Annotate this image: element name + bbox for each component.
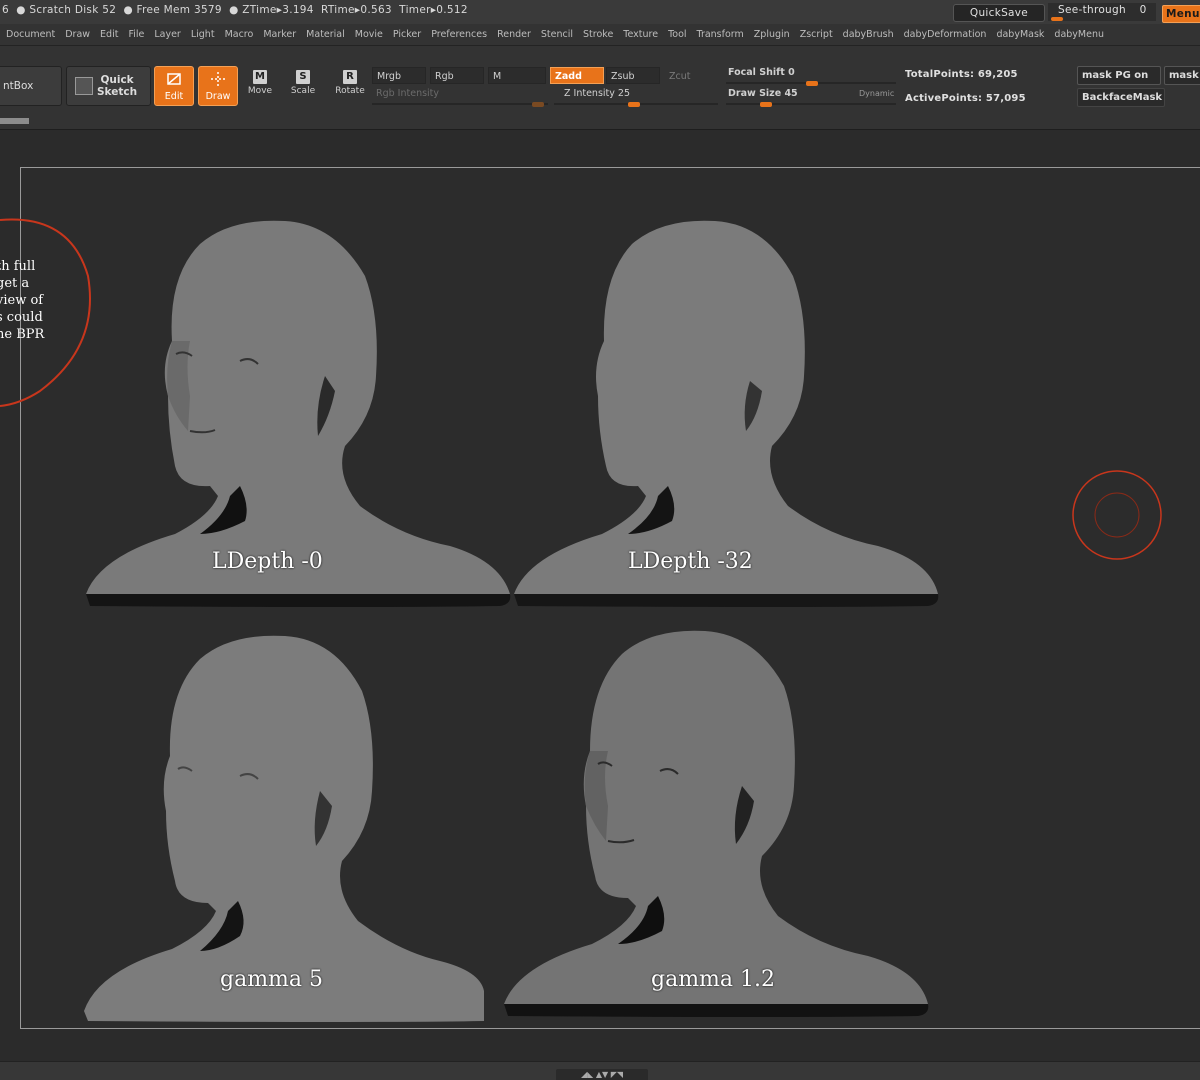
edit-mode-button[interactable]: Edit (154, 66, 194, 106)
see-through-knob[interactable] (1051, 17, 1063, 21)
z-intensity-slider[interactable]: Z Intensity 25 (554, 87, 718, 107)
menu-light[interactable]: Light (191, 29, 215, 40)
total-points-readout: TotalPoints: 69,205 (905, 69, 1018, 80)
quick-sketch-label: Quick Sketch (97, 74, 138, 98)
rgb-intensity-label: Rgb Intensity (376, 88, 440, 99)
menu-transform[interactable]: Transform (697, 29, 744, 40)
mrgb-button[interactable]: Mrgb (372, 67, 426, 84)
draw-crosshair-icon (199, 71, 237, 91)
menu-stroke[interactable]: Stroke (583, 29, 613, 40)
menu-zscript[interactable]: Zscript (800, 29, 833, 40)
menu-movie[interactable]: Movie (355, 29, 383, 40)
see-through-label: See-through (1058, 4, 1126, 16)
dynamic-toggle[interactable]: Dynamic (859, 89, 894, 98)
move-icon: M (253, 70, 267, 84)
annotation-line: he BPR (0, 327, 45, 342)
focal-shift-label: Focal Shift 0 (728, 67, 795, 78)
render-label-gamma-5: gamma 5 (220, 967, 324, 992)
z-intensity-label: Z Intensity 25 (564, 88, 630, 99)
menu-picker[interactable]: Picker (393, 29, 421, 40)
menu-dabymenu[interactable]: dabyMenu (1054, 29, 1104, 40)
backface-mask-button[interactable]: BackfaceMask (1077, 88, 1165, 107)
draw-label: Draw (205, 91, 231, 102)
bust-render-gamma-1-2 (504, 630, 929, 1017)
menu-stencil[interactable]: Stencil (541, 29, 573, 40)
annotation-line: s could (0, 310, 43, 325)
top-shelf-toolbar: ntBox Quick Sketch Edit Draw M Move S Sc… (0, 46, 1200, 130)
focal-shift-slider[interactable]: Focal Shift 0 (726, 66, 896, 86)
lightbox-label: ntBox (3, 80, 34, 92)
menu-edit[interactable]: Edit (100, 29, 118, 40)
menu-layer[interactable]: Layer (154, 29, 181, 40)
menu-texture[interactable]: Texture (623, 29, 658, 40)
menu-dabymask[interactable]: dabyMask (996, 29, 1044, 40)
menus-toggle-button[interactable]: Menus (1162, 5, 1200, 23)
draw-size-label: Draw Size 45 (728, 88, 798, 99)
menu-material[interactable]: Material (306, 29, 345, 40)
quick-sketch-button[interactable]: Quick Sketch (66, 66, 151, 106)
render-label-ldepth-32: LDepth -32 (628, 549, 753, 574)
menu-marker[interactable]: Marker (263, 29, 296, 40)
draw-size-track (726, 103, 896, 105)
menu-dabybrush[interactable]: dabyBrush (843, 29, 894, 40)
quick-sketch-icon (75, 77, 93, 95)
move-label: Move (247, 86, 273, 96)
menu-zplugin[interactable]: Zplugin (754, 29, 790, 40)
move-button[interactable]: M Move (240, 70, 280, 106)
menu-file[interactable]: File (128, 29, 144, 40)
annotation-line: th full (0, 259, 36, 274)
menu-bar: Document Draw Edit File Layer Light Macr… (0, 24, 1200, 46)
draw-size-knob[interactable] (760, 102, 772, 107)
brush-cursor-icon (1072, 470, 1162, 560)
canvas-area[interactable]: th full get a view of s could he BPR LDe… (0, 131, 1200, 1061)
status-bar: 6 ● Scratch Disk 52 ● Free Mem 3579 ● ZT… (0, 0, 1200, 24)
draw-size-slider[interactable]: Draw Size 45 Dynamic (726, 87, 896, 107)
scale-icon: S (296, 70, 310, 84)
menu-document[interactable]: Document (6, 29, 55, 40)
shelf-scroll-indicator[interactable] (0, 118, 29, 124)
zsub-button[interactable]: Zsub (606, 67, 660, 84)
rotate-button[interactable]: R Rotate (330, 70, 370, 106)
zadd-button[interactable]: Zadd (550, 67, 604, 84)
focal-shift-knob[interactable] (806, 81, 818, 86)
lightbox-button[interactable]: ntBox (0, 66, 62, 106)
edit-label: Edit (164, 91, 184, 102)
see-through-slider[interactable]: See-through 0 (1048, 3, 1156, 21)
bottom-tray-handle[interactable]: ◢◣ ▲▼ ◤◥ (556, 1069, 648, 1080)
scale-button[interactable]: S Scale (283, 70, 323, 106)
annotation-line: get a (0, 276, 30, 291)
status-readout: 6 ● Scratch Disk 52 ● Free Mem 3579 ● ZT… (2, 4, 468, 16)
zcut-button[interactable]: Zcut (664, 67, 718, 84)
menu-macro[interactable]: Macro (225, 29, 254, 40)
z-intensity-knob[interactable] (628, 102, 640, 107)
draw-mode-button[interactable]: Draw (198, 66, 238, 106)
scale-label: Scale (290, 86, 316, 96)
annotation-text: th full get a view of s could he BPR (0, 258, 44, 343)
menu-render[interactable]: Render (497, 29, 531, 40)
quicksave-button[interactable]: QuickSave (953, 4, 1045, 22)
rgb-intensity-slider[interactable]: Rgb Intensity (372, 87, 548, 107)
bottom-bar: ◢◣ ▲▼ ◤◥ (0, 1061, 1200, 1080)
rotate-icon: R (343, 70, 357, 84)
mask-button[interactable]: mask (1164, 66, 1200, 85)
rgb-intensity-knob[interactable] (532, 102, 544, 107)
see-through-value: 0 (1139, 4, 1147, 16)
render-label-gamma-1-2: gamma 1.2 (651, 967, 776, 992)
menu-dabydeformation[interactable]: dabyDeformation (904, 29, 987, 40)
rgb-button[interactable]: Rgb (430, 67, 484, 84)
menu-preferences[interactable]: Preferences (431, 29, 487, 40)
rgb-intensity-track (372, 103, 548, 105)
mask-pg-button[interactable]: mask PG on (1077, 66, 1161, 85)
render-label-ldepth-0: LDepth -0 (212, 549, 323, 574)
menu-tool[interactable]: Tool (668, 29, 686, 40)
annotation-line: view of (0, 293, 44, 308)
menu-draw[interactable]: Draw (65, 29, 90, 40)
rotate-label: Rotate (335, 86, 365, 96)
active-points-readout: ActivePoints: 57,095 (905, 93, 1026, 104)
edit-icon (155, 71, 193, 91)
m-button[interactable]: M (488, 67, 546, 84)
